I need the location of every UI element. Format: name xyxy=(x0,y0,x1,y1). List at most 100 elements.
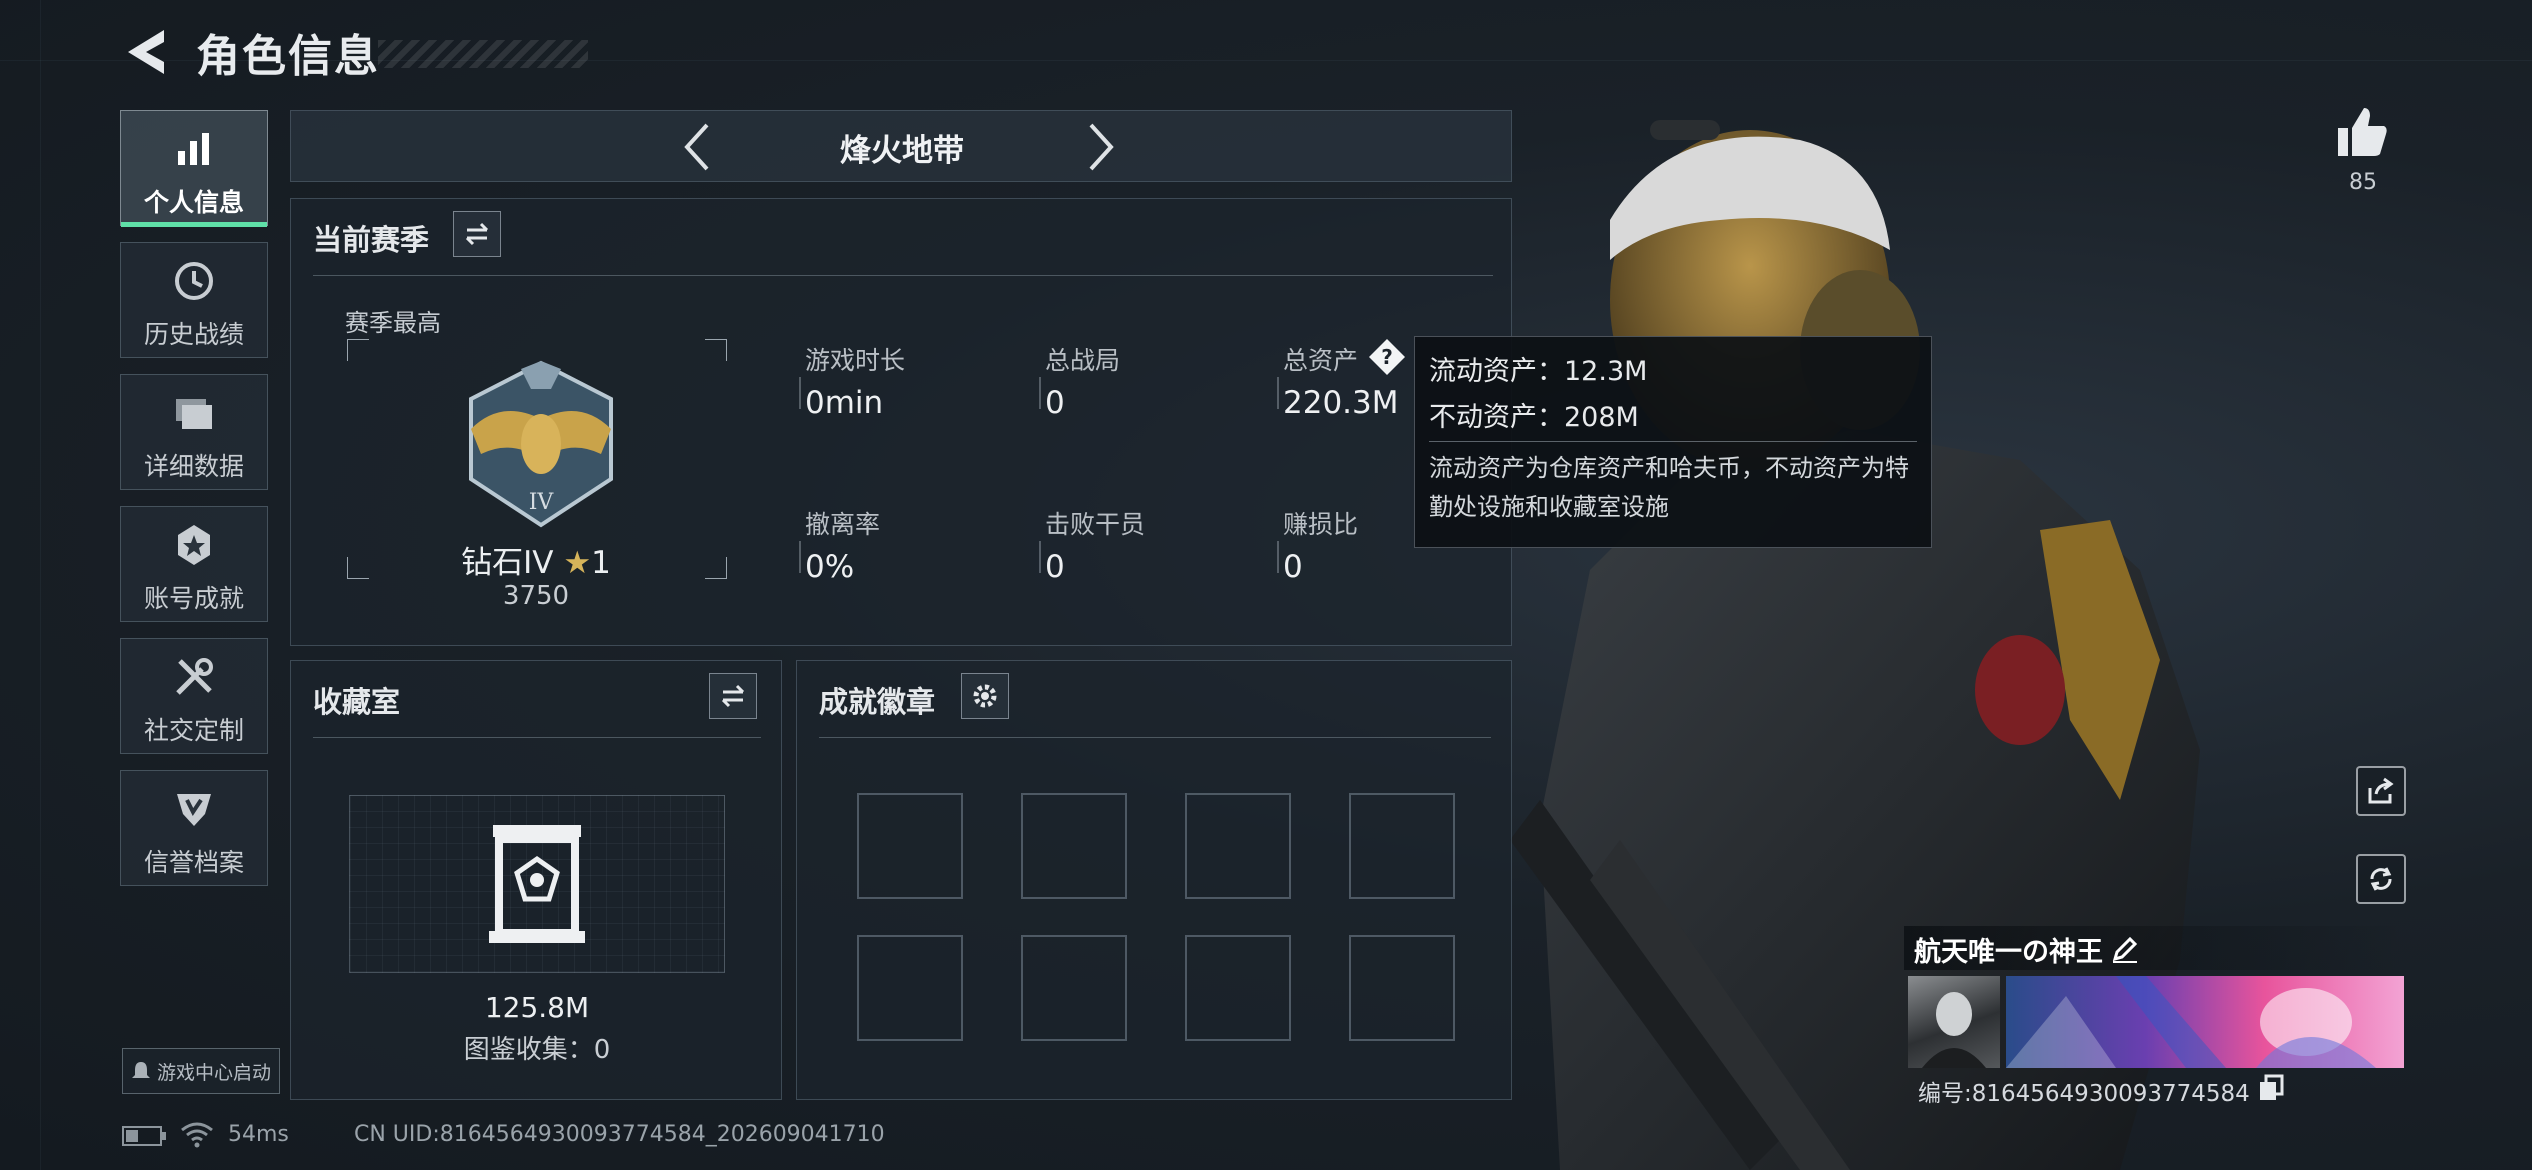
banner-art xyxy=(2006,976,2376,1068)
collection-value: 125.8M xyxy=(484,991,590,1024)
mode-selector: 烽火地带 xyxy=(290,110,1512,182)
stat-label-operators-defeated: 击败干员 xyxy=(1045,510,1146,539)
svg-text:IV: IV xyxy=(529,490,555,515)
ping-readout: 54ms xyxy=(228,1122,289,1147)
mode-title: 烽火地带 xyxy=(840,133,964,169)
wrench-screwdriver-icon xyxy=(176,658,213,695)
thumbs-up-icon[interactable] xyxy=(2334,104,2390,160)
stat-label-play-time: 游戏时长 xyxy=(805,346,906,375)
stat-tick xyxy=(1277,377,1279,409)
like-count: 85 xyxy=(2349,170,2377,195)
sidebar-item-label: 历史战绩 xyxy=(143,320,244,349)
copy-icon[interactable] xyxy=(2258,1074,2284,1102)
shield-badge-icon xyxy=(177,794,211,826)
stat-label-profit-loss-ratio: 赚损比 xyxy=(1283,510,1359,539)
divider xyxy=(313,275,1493,276)
gear-icon xyxy=(973,684,997,708)
stat-value-profit-loss-ratio: 0 xyxy=(1283,549,1303,585)
share-button[interactable] xyxy=(2356,766,2406,816)
season-switch-button[interactable] xyxy=(453,211,501,257)
tooltip-divider xyxy=(1429,441,1917,442)
badge-slot[interactable] xyxy=(1349,935,1455,1041)
stat-tick xyxy=(799,541,801,573)
badge-slot[interactable] xyxy=(1349,793,1455,899)
wifi-icon xyxy=(181,1122,213,1148)
rank-star-icon: ★ xyxy=(563,545,592,581)
stat-value-total-matches: 0 xyxy=(1045,385,1065,421)
edit-icon[interactable] xyxy=(2110,934,2140,964)
player-name: 航天唯一の神王 xyxy=(1914,937,2103,968)
season-panel: 当前赛季 赛季最高 IV 钻石IV ★1 3750 游戏时长 0min 总战局 … xyxy=(290,198,1512,646)
sidebar-item-achievements[interactable]: 账号成就 xyxy=(120,506,268,622)
achievements-settings-button[interactable] xyxy=(961,673,1009,719)
badge-slot[interactable] xyxy=(1185,793,1291,899)
collection-title: 收藏室 xyxy=(313,685,401,719)
badge-slot[interactable] xyxy=(1021,935,1127,1041)
collection-switch-button[interactable] xyxy=(709,673,757,719)
launch-label: 游戏中心启动 xyxy=(156,1061,271,1084)
tooltip-liquid-assets: 流动资产：12.3M xyxy=(1429,356,1648,387)
stat-tick xyxy=(1277,541,1279,573)
badge-slot[interactable] xyxy=(857,935,963,1041)
achievements-panel: 成就徽章 xyxy=(796,660,1512,1100)
stat-label-total-assets: 总资产 xyxy=(1283,346,1359,375)
stat-label-extract-rate: 撤离率 xyxy=(805,510,881,539)
sidebar-item-credit[interactable]: 信誉档案 xyxy=(120,770,268,886)
player-id: 编号:8164564930093774584 xyxy=(1918,1081,2250,1107)
help-icon[interactable]: ? xyxy=(1367,337,1407,377)
sidebar-item-personal-info[interactable]: 个人信息 xyxy=(120,110,268,227)
tooltip-fixed-assets: 不动资产：208M xyxy=(1429,402,1639,433)
sidebar-item-label: 账号成就 xyxy=(143,584,244,613)
medal-star-icon xyxy=(178,525,210,565)
stat-value-extract-rate: 0% xyxy=(805,549,855,585)
stat-tick xyxy=(1039,377,1041,409)
bell-icon xyxy=(131,1062,150,1078)
refresh-icon xyxy=(2370,867,2392,891)
season-best-label: 赛季最高 xyxy=(345,309,441,337)
game-center-launch-button[interactable]: 游戏中心启动 xyxy=(122,1048,280,1094)
sidebar-item-details[interactable]: 详细数据 xyxy=(120,374,268,490)
rank-score: 3750 xyxy=(502,581,570,611)
badge-slot[interactable] xyxy=(857,793,963,899)
folders-icon xyxy=(176,399,212,429)
stat-tick xyxy=(799,377,801,409)
season-title: 当前赛季 xyxy=(313,223,430,257)
avatar[interactable] xyxy=(1908,976,2000,1068)
stat-value-play-time: 0min xyxy=(805,385,884,421)
uid-readout: CN UID:8164564930093774584_202609041710 xyxy=(354,1122,885,1147)
bar-chart-icon xyxy=(178,133,209,165)
rank-stars: 1 xyxy=(591,545,611,581)
badge-slot[interactable] xyxy=(1185,935,1291,1041)
svg-text:?: ? xyxy=(1381,345,1393,369)
stat-tick xyxy=(1039,541,1041,573)
stat-value-operators-defeated: 0 xyxy=(1045,549,1065,585)
rank-title: 钻石IV ★1 xyxy=(351,537,721,582)
background-gridline xyxy=(40,0,41,1170)
badge-slot[interactable] xyxy=(1021,793,1127,899)
sidebar-item-history[interactable]: 历史战绩 xyxy=(120,242,268,358)
page-title: 角色信息 xyxy=(196,31,380,82)
achievements-title: 成就徽章 xyxy=(819,685,936,719)
sidebar-item-label: 详细数据 xyxy=(143,452,244,481)
display-case-icon xyxy=(489,825,585,943)
tooltip-note: 流动资产为仓库资产和哈夫币，不动资产为特勤处设施和收藏室设施 xyxy=(1429,454,1909,521)
refresh-button[interactable] xyxy=(2356,854,2406,904)
sidebar-item-social[interactable]: 社交定制 xyxy=(120,638,268,754)
sidebar-item-label: 信誉档案 xyxy=(143,848,244,877)
collection-catalog: 图鉴收集：0 xyxy=(463,1035,611,1065)
chevron-right-icon[interactable] xyxy=(1081,121,1121,173)
chevron-left-icon[interactable] xyxy=(677,121,717,173)
swap-icon xyxy=(721,684,745,708)
rank-name: 钻石IV xyxy=(461,545,554,581)
back-arrow-icon[interactable] xyxy=(118,22,178,82)
divider xyxy=(819,737,1491,738)
battery-icon xyxy=(122,1126,166,1146)
divider xyxy=(313,737,761,738)
collection-panel: 收藏室 125.8M 图鉴收集：0 xyxy=(290,660,782,1100)
name-card-banner[interactable] xyxy=(2006,976,2404,1068)
title-decoration xyxy=(378,40,588,68)
sidebar-item-label: 社交定制 xyxy=(143,716,244,745)
sidebar-item-label: 个人信息 xyxy=(143,188,244,217)
share-icon xyxy=(2368,777,2394,804)
rank-badge-icon: IV xyxy=(469,360,613,528)
